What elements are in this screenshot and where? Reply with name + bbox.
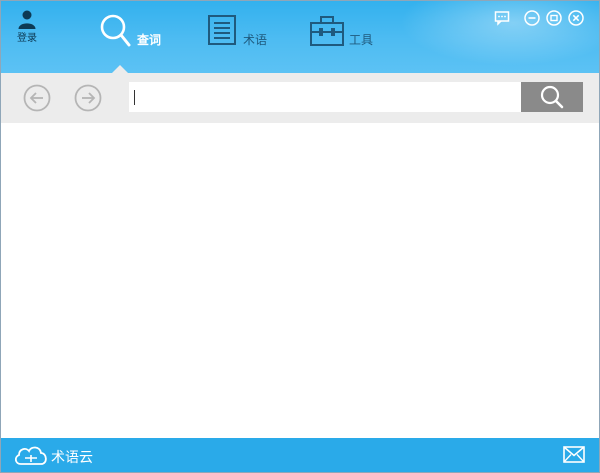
search-icon [540,85,564,109]
minimize-icon[interactable] [524,10,540,26]
document-icon [208,15,236,45]
header-bar: 登录 查词 术语 工具 [1,1,599,73]
back-arrow-icon[interactable] [23,84,51,112]
tab-search-label: 查词 [137,33,162,47]
cloud-logo-icon [14,446,47,465]
search-input[interactable] [129,82,521,112]
login-label: 登录 [17,33,37,44]
tab-tools[interactable]: 工具 [309,13,389,57]
login-button[interactable]: 登录 [9,9,45,49]
search-toolbar [1,73,599,123]
feedback-icon[interactable] [494,10,510,26]
tab-terms[interactable]: 术语 [207,13,277,57]
active-tab-pointer [112,65,128,73]
toolbox-icon [310,16,344,46]
maximize-icon[interactable] [546,10,562,26]
footer-bar: 术语云 [1,438,599,472]
mail-icon[interactable] [563,446,585,463]
search-button[interactable] [521,82,583,112]
brand-logo: 术语云 [13,443,93,467]
magnifier-icon [100,14,131,47]
tab-search[interactable]: 查词 [99,13,169,57]
tab-tools-label: 工具 [349,33,374,47]
tab-terms-label: 术语 [243,33,268,47]
forward-arrow-icon[interactable] [74,84,102,112]
brand-name: 术语云 [51,450,93,466]
app-window: 登录 查词 术语 工具 术语云 [0,0,600,473]
close-icon[interactable] [568,10,584,26]
results-area [1,123,599,438]
user-icon [18,10,36,29]
text-cursor [134,90,135,105]
